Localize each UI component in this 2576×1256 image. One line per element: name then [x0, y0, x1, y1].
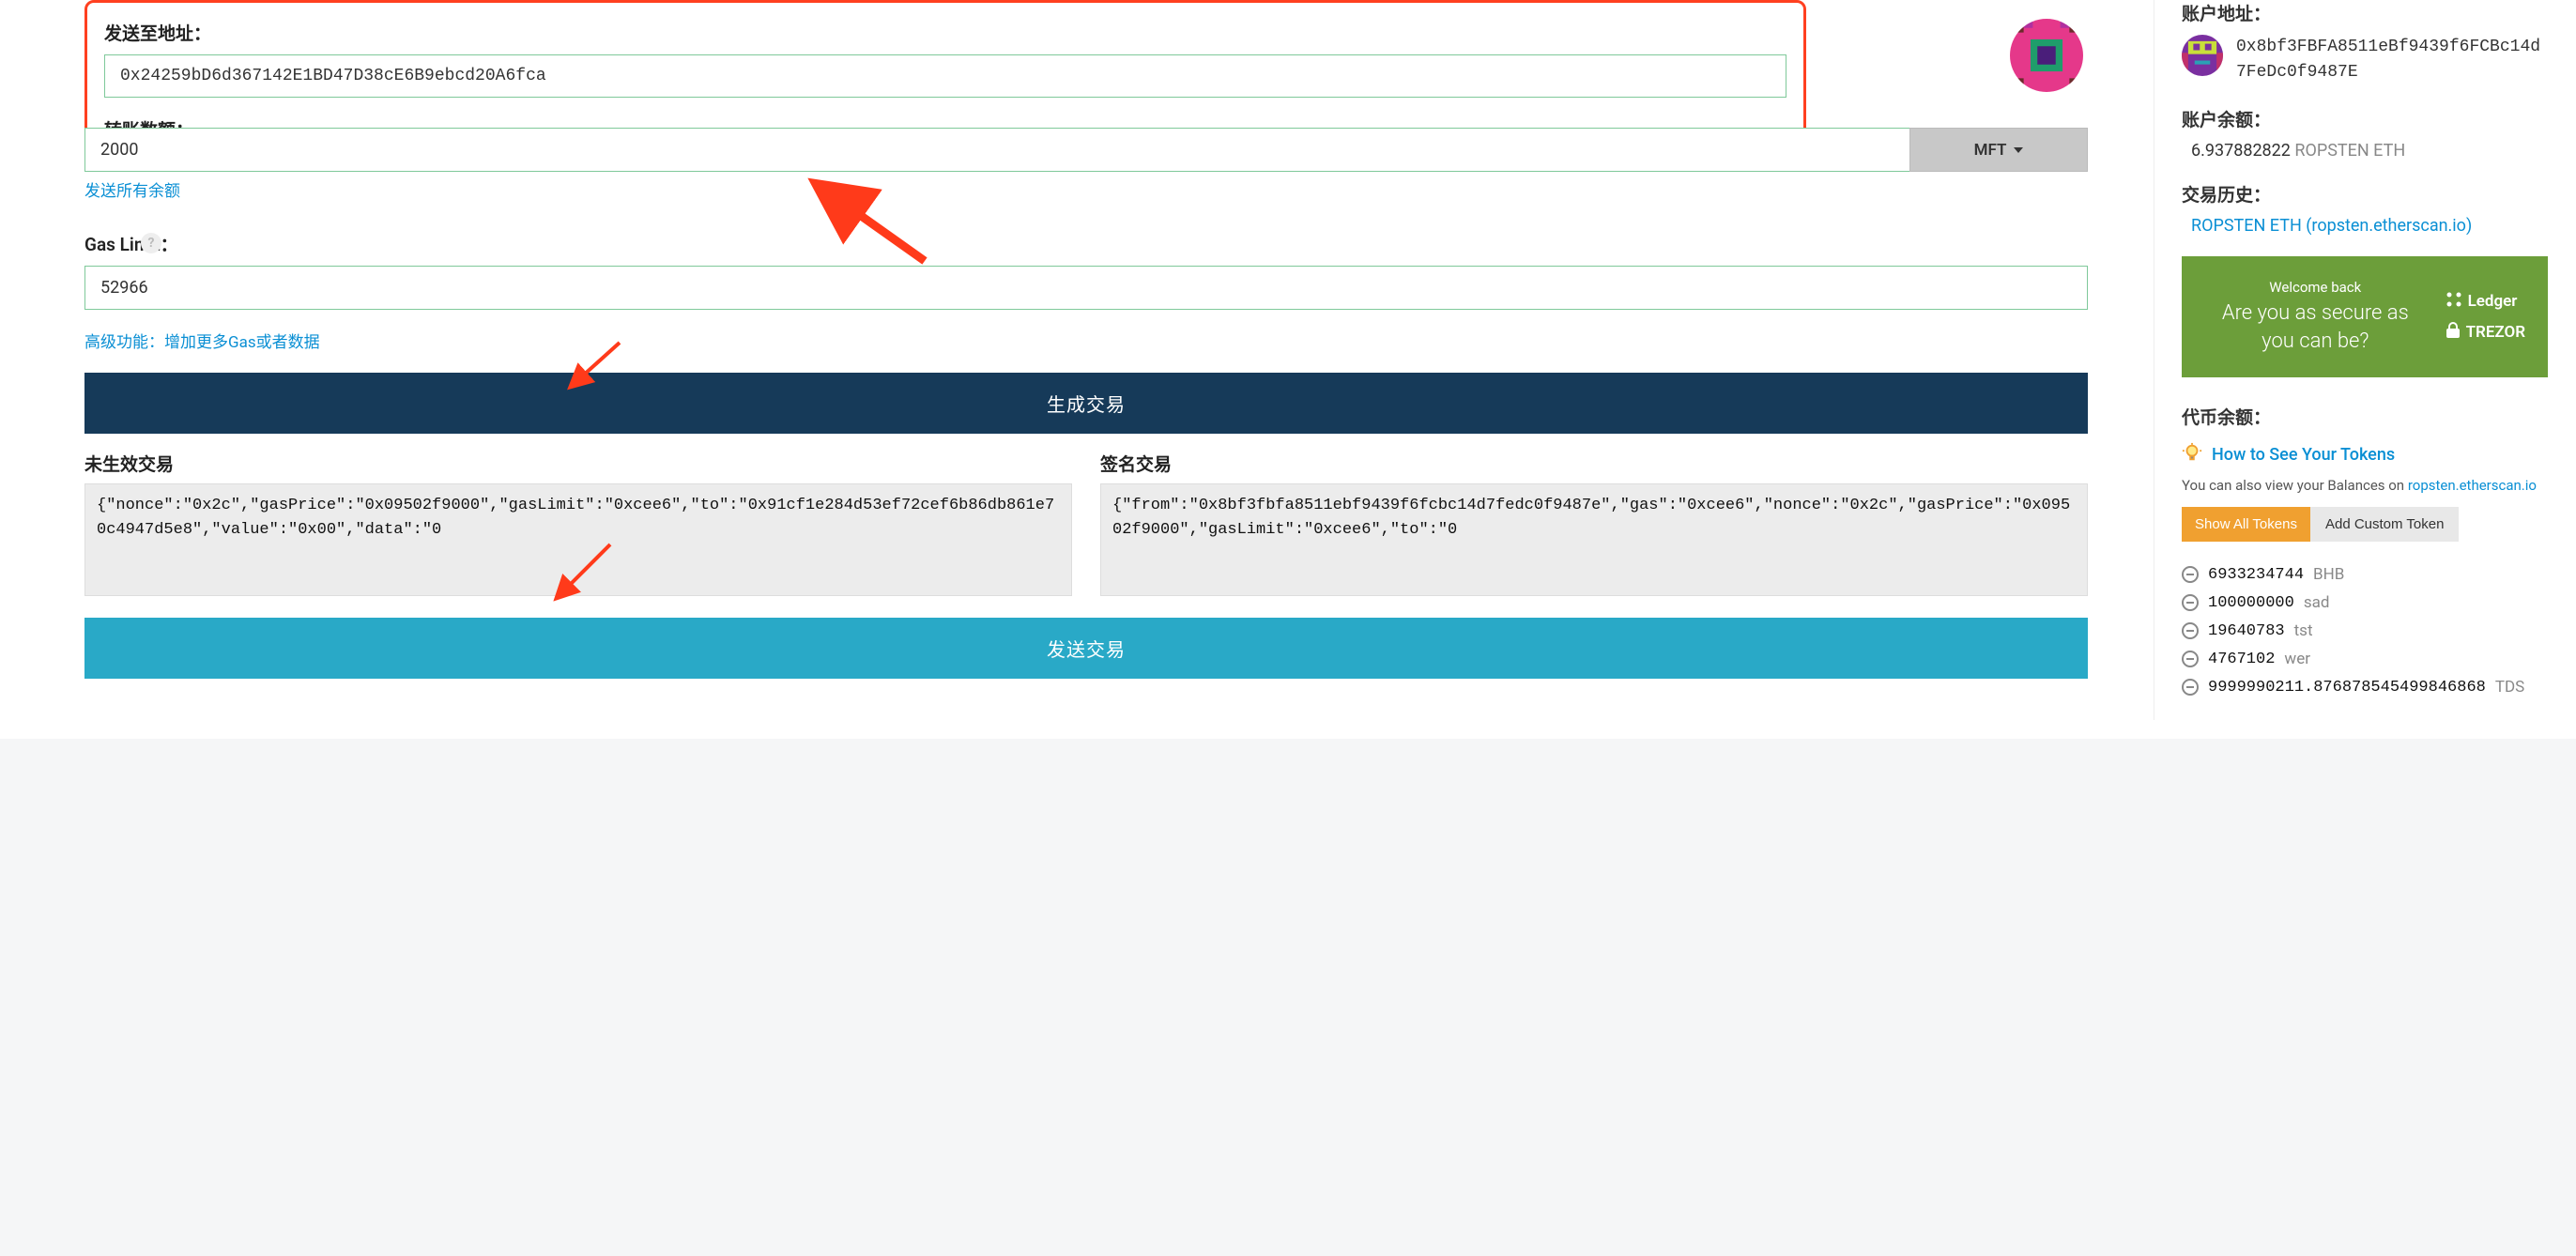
gas-limit-input[interactable] — [84, 266, 2088, 310]
token-symbol: BHB — [2313, 565, 2344, 584]
ledger-icon — [2446, 291, 2462, 313]
generate-transaction-button[interactable]: 生成交易 — [84, 373, 2088, 434]
help-icon[interactable]: ? — [141, 233, 161, 253]
chevron-down-icon — [2014, 147, 2023, 153]
token-list: 6933234744 BHB 100000000 sad 19640783 tst 4767… — [2182, 560, 2548, 701]
tx-history-label: 交易历史： — [2182, 181, 2548, 207]
send-transaction-button[interactable]: 发送交易 — [84, 618, 2088, 679]
remove-token-icon[interactable] — [2182, 622, 2199, 639]
token-select-dropdown[interactable]: MFT — [1909, 128, 2088, 172]
remove-token-icon[interactable] — [2182, 566, 2199, 583]
advanced-options-link[interactable]: 高级功能：增加更多Gas或者数据 — [84, 333, 320, 352]
token-amount: 6933234744 — [2208, 566, 2304, 584]
trezor-logo: TREZOR — [2446, 322, 2525, 344]
tx-history-link[interactable]: ROPSTEN ETH (ropsten.etherscan.io) — [2191, 216, 2472, 236]
banner-headline: Are you as secure as you can be? — [2204, 299, 2427, 355]
sidebar: 账户地址： 0x8bf3FBFA8511eBf9439f6FCBc14d7FeD… — [2154, 0, 2576, 720]
security-banner: Welcome back Are you as secure as you ca… — [2182, 256, 2548, 377]
remove-token-icon[interactable] — [2182, 651, 2199, 667]
gas-limit-label: Gas Limit： — [84, 231, 2088, 256]
token-symbol: TDS — [2495, 678, 2524, 697]
send-all-balance-link[interactable]: 发送所有余额 — [84, 177, 180, 201]
add-custom-token-button[interactable]: Add Custom Token — [2310, 507, 2459, 542]
ledger-logo: Ledger — [2446, 291, 2518, 313]
token-symbol: sad — [2304, 593, 2330, 612]
raw-tx-textarea[interactable]: {"nonce":"0x2c","gasPrice":"0x09502f9000… — [84, 483, 1072, 596]
to-address-input[interactable] — [104, 54, 1786, 98]
account-balance-label: 账户余额： — [2182, 106, 2548, 131]
balance-amount: 6.937882822 — [2191, 141, 2291, 161]
token-symbol: tst — [2294, 621, 2313, 640]
token-amount: 100000000 — [2208, 594, 2294, 612]
remove-token-icon[interactable] — [2182, 679, 2199, 696]
balance-note: You can also view your Balances on ropst… — [2182, 477, 2548, 494]
token-amount: 4767102 — [2208, 651, 2275, 668]
etherscan-link[interactable]: ropsten.etherscan.io — [2408, 477, 2537, 494]
account-avatar — [2182, 35, 2223, 76]
account-address-label: 账户地址： — [2182, 0, 2548, 25]
remove-token-icon[interactable] — [2182, 594, 2199, 611]
account-address-value: 0x8bf3FBFA8511eBf9439f6FCBc14d7FeDc0f948… — [2236, 35, 2548, 85]
balance-currency: ROPSTEN ETH — [2294, 141, 2405, 161]
signed-tx-label: 签名交易 — [1100, 451, 2088, 476]
how-to-see-tokens-link[interactable]: How to See Your Tokens — [2212, 445, 2395, 465]
token-row: 9999990211.876878545499846868 TDS — [2182, 673, 2548, 701]
token-select-label: MFT — [1974, 141, 2007, 160]
bulb-icon — [2182, 442, 2202, 467]
tokens-header: 代币余额： — [2182, 404, 2548, 429]
token-row: 6933234744 BHB — [2182, 560, 2548, 589]
show-all-tokens-button[interactable]: Show All Tokens — [2182, 507, 2310, 542]
token-amount: 19640783 — [2208, 622, 2285, 640]
to-address-label: 发送至地址： — [104, 20, 1786, 45]
banner-welcome: Welcome back — [2204, 279, 2427, 296]
main-form-area: 发送至地址： 转账数额： MFT 发送所有余额 — [0, 0, 2135, 720]
token-symbol: wer — [2284, 650, 2310, 668]
token-amount: 9999990211.876878545499846868 — [2208, 679, 2486, 697]
signed-tx-textarea[interactable]: {"from":"0x8bf3fbfa8511ebf9439f6fcbc14d7… — [1100, 483, 2088, 596]
amount-input[interactable] — [84, 128, 1909, 172]
token-row: 4767102 wer — [2182, 645, 2548, 673]
token-row: 19640783 tst — [2182, 617, 2548, 645]
lock-icon — [2446, 322, 2461, 344]
token-row: 100000000 sad — [2182, 589, 2548, 617]
raw-tx-label: 未生效交易 — [84, 451, 1072, 476]
sender-avatar — [2010, 19, 2083, 92]
